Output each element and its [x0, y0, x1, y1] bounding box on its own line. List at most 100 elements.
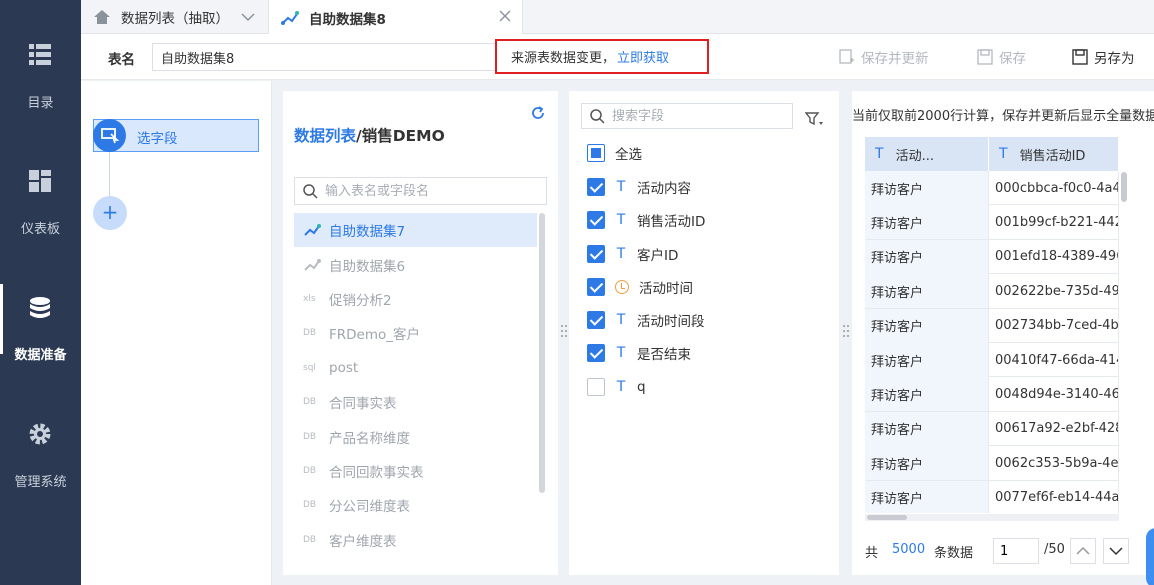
drag-handle-icon[interactable] — [560, 323, 568, 339]
list-scrollbar[interactable] — [539, 213, 545, 493]
excel-icon: xls — [303, 293, 316, 304]
text-type-icon: T — [616, 212, 626, 228]
checkbox[interactable] — [587, 344, 605, 362]
checkbox[interactable] — [587, 144, 605, 162]
nav-item-dashboard[interactable]: 仪表板 — [0, 169, 81, 269]
table-search-input[interactable] — [325, 181, 540, 201]
list-item[interactable]: DB FRDemo_客户 — [294, 316, 537, 350]
checkbox[interactable] — [587, 311, 605, 329]
home-icon — [94, 10, 110, 24]
field-label: 活动内容 — [637, 181, 691, 197]
drag-handle-icon[interactable] — [842, 323, 850, 339]
table-cell: 00617a92-e2bf-4287 — [989, 411, 1119, 446]
text-type-icon: T — [875, 146, 884, 162]
field-row[interactable]: T 活动时间段 — [587, 310, 705, 330]
filter-icon[interactable] — [805, 111, 823, 127]
field-search-input[interactable] — [612, 106, 787, 126]
list-item[interactable]: DB 合同回款事实表 — [294, 454, 537, 488]
notice-text: 来源表数据变更， — [511, 51, 616, 66]
list-item[interactable]: 自助数据集7 — [294, 213, 537, 248]
select-all-checkbox[interactable]: 全选 — [587, 143, 642, 163]
list-item[interactable]: 自助数据集6 — [294, 247, 537, 281]
list-item[interactable]: xls 促销分析2 — [294, 282, 537, 316]
database-icon — [30, 297, 50, 318]
column-header[interactable]: T 活动... — [865, 137, 989, 171]
list-item[interactable]: DB 分公司维度表 — [294, 488, 537, 522]
nav-item-admin[interactable]: 管理系统 — [0, 422, 81, 522]
save-label: 保存 — [999, 51, 1026, 67]
breadcrumb-root[interactable]: 数据列表 — [294, 127, 356, 145]
table-row: 拜访客户 002622be-735d-49a — [865, 274, 1119, 309]
chevron-down-icon[interactable] — [241, 12, 255, 22]
table-cell: 拜访客户 — [865, 411, 989, 446]
page-number-input[interactable] — [993, 538, 1039, 564]
preview-notice: 当前仅取前2000行计算，保存并更新后显示全量数据 — [852, 109, 1154, 123]
add-step-button[interactable]: + — [93, 196, 127, 230]
list-icon — [29, 44, 51, 65]
list-item-label: FRDemo_客户 — [329, 327, 421, 344]
text-type-icon: T — [616, 246, 626, 262]
checkbox[interactable] — [587, 378, 605, 396]
field-row[interactable]: T 销售活动ID — [587, 210, 705, 230]
close-icon[interactable] — [498, 9, 512, 23]
save-button[interactable]: 保存 — [977, 47, 1026, 67]
gear-icon — [29, 423, 51, 445]
dataset-header: 表名 来源表数据变更， 立即获取 保存并更新 保存 另存为 — [81, 34, 1154, 80]
pagination: 共 5000 条数据 /50 — [852, 538, 1154, 564]
checkbox[interactable] — [587, 278, 605, 296]
text-type-icon: T — [616, 345, 626, 361]
flow-panel: 选字段 + — [81, 81, 272, 585]
prev-page-button[interactable] — [1070, 538, 1096, 564]
left-nav: 目录 仪表板 数据准备 管理系统 — [0, 0, 81, 585]
table-name-input[interactable] — [152, 43, 512, 71]
save-and-update-label: 保存并更新 — [861, 51, 929, 67]
fetch-now-link[interactable]: 立即获取 — [617, 47, 669, 66]
column-header[interactable]: T 销售活动ID — [989, 137, 1119, 171]
field-row[interactable]: T 活动内容 — [587, 177, 691, 197]
chevron-down-icon — [1109, 547, 1123, 556]
table-row: 拜访客户 002734bb-7ced-4bfa — [865, 308, 1119, 343]
refresh-icon[interactable] — [530, 105, 546, 121]
text-type-icon: T — [616, 179, 626, 195]
next-page-button[interactable] — [1103, 538, 1129, 564]
table-cell: 002734bb-7ced-4bfa — [989, 308, 1119, 343]
table-cell: 拜访客户 — [865, 446, 989, 481]
table-row: 拜访客户 00617a92-e2bf-4287 — [865, 411, 1119, 447]
list-item[interactable]: sql post — [294, 351, 537, 385]
field-row[interactable]: 活动时间 — [587, 277, 693, 297]
table-cell: 0077ef6f-eb14-44a8 — [989, 480, 1119, 513]
field-search-box — [581, 103, 793, 129]
save-and-update-button[interactable]: 保存并更新 — [839, 47, 929, 67]
step-select-fields[interactable]: 选字段 — [93, 119, 259, 152]
list-item-label: 合同事实表 — [329, 396, 397, 413]
nav-label-dashboard: 仪表板 — [20, 222, 60, 237]
data-list-panel: 数据列表/销售DEMO 自助数据集7 自助数据集6 xls 促销分析2 DB FRD… — [283, 91, 558, 575]
scrollbar-thumb[interactable] — [867, 515, 907, 520]
save-as-button[interactable]: 另存为 — [1072, 47, 1135, 67]
table-horizontal-scrollbar[interactable] — [865, 514, 1119, 521]
nav-item-data-prep[interactable]: 数据准备 — [0, 284, 81, 396]
assistant-bubble[interactable] — [1146, 528, 1154, 585]
db-icon: DB — [303, 465, 317, 476]
tab-dataset8[interactable]: 自助数据集8 — [268, 0, 523, 35]
table-cell: 001efd18-4389-4963 — [989, 239, 1119, 274]
tab-data-list[interactable]: 数据列表（抽取） — [81, 0, 268, 34]
checkbox[interactable] — [587, 245, 605, 263]
list-item[interactable]: DB 合同事实表 — [294, 385, 537, 419]
field-row[interactable]: T 客户ID — [587, 244, 678, 264]
source-change-notice: 来源表数据变更， 立即获取 — [495, 39, 709, 74]
field-row[interactable]: T 是否结束 — [587, 343, 691, 363]
list-item[interactable]: DB 客户维度表 — [294, 523, 537, 557]
db-icon: DB — [303, 431, 317, 442]
list-item[interactable]: DB 产品名称维度 — [294, 419, 537, 453]
save-as-icon — [1072, 49, 1088, 65]
db-icon: DB — [303, 328, 317, 339]
checkbox[interactable] — [587, 211, 605, 229]
db-icon: DB — [303, 500, 317, 511]
checkbox[interactable] — [587, 178, 605, 196]
table-vertical-scrollbar[interactable] — [1121, 172, 1127, 202]
field-row[interactable]: Tq — [587, 377, 646, 397]
dashboard-icon — [29, 170, 51, 192]
list-item-label: 分公司维度表 — [329, 499, 410, 516]
nav-item-catalog[interactable]: 目录 — [0, 42, 81, 142]
